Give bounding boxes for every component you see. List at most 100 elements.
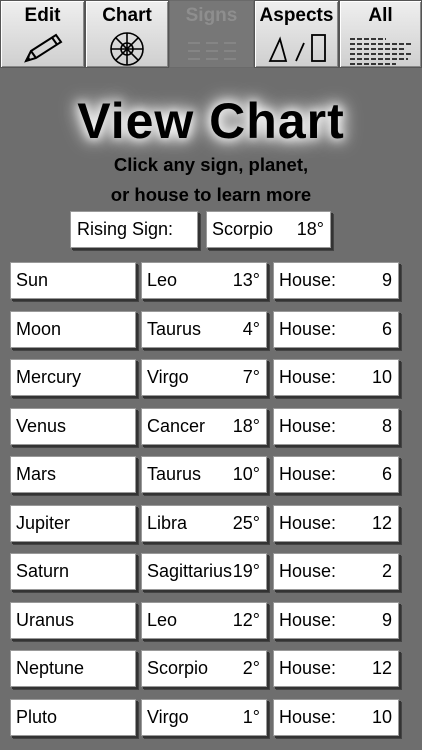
planet-cell-venus[interactable]: Venus xyxy=(10,408,136,445)
sign-name: Libra xyxy=(147,513,188,533)
house-cell-pluto[interactable]: House: 10 xyxy=(273,699,399,736)
planet-cell-mercury[interactable]: Mercury xyxy=(10,359,136,396)
sign-cell-neptune[interactable]: Scorpio 2° xyxy=(141,650,267,687)
sign-degree: 7° xyxy=(242,367,260,387)
house-number: 12 xyxy=(371,658,392,678)
house-number: 6 xyxy=(381,319,392,339)
house-cell-saturn[interactable]: House: 2 xyxy=(273,553,399,590)
house-label: House: xyxy=(279,319,337,339)
sign-name: Virgo xyxy=(147,367,189,387)
chart-button-label: Chart xyxy=(102,5,152,26)
rising-sign-name: Scorpio xyxy=(212,219,274,239)
house-cell-jupiter[interactable]: House: 12 xyxy=(273,505,399,542)
planet-cell-uranus[interactable]: Uranus xyxy=(10,602,136,639)
sign-name: Taurus xyxy=(147,319,202,339)
house-label: House: xyxy=(279,270,337,290)
rising-sign-value[interactable]: Scorpio 18° xyxy=(206,211,331,248)
house-label: House: xyxy=(279,658,337,678)
sign-degree: 1° xyxy=(242,707,260,727)
signs-icon xyxy=(187,42,236,60)
sign-name: Virgo xyxy=(147,707,189,727)
planet-cell-jupiter[interactable]: Jupiter xyxy=(10,505,136,542)
top-toolbar: Edit Chart Signs Aspects All xyxy=(0,0,422,70)
sign-name: Leo xyxy=(147,610,178,630)
sign-name: Cancer xyxy=(147,416,206,436)
house-cell-mars[interactable]: House: 6 xyxy=(273,456,399,493)
sign-name: Leo xyxy=(147,270,178,290)
list-icon xyxy=(349,38,412,65)
planet-cell-sun[interactable]: Sun xyxy=(10,262,136,299)
house-cell-sun[interactable]: House: 9 xyxy=(273,262,399,299)
planet-name: Venus xyxy=(16,416,67,436)
subtitle-line-2: or house to learn more xyxy=(110,184,312,205)
house-label: House: xyxy=(279,367,337,387)
planet-cell-saturn[interactable]: Saturn xyxy=(10,553,136,590)
sign-degree: 2° xyxy=(242,658,260,678)
planet-name: Pluto xyxy=(16,707,58,727)
planet-name: Uranus xyxy=(16,610,75,630)
house-label: House: xyxy=(279,416,337,436)
signs-button[interactable]: Signs xyxy=(169,0,254,68)
planet-name: Moon xyxy=(16,319,62,339)
sign-degree: 18° xyxy=(232,416,260,436)
planet-name: Mercury xyxy=(16,367,82,387)
aspects-icon xyxy=(268,34,326,62)
sign-name: Scorpio xyxy=(147,658,209,678)
house-cell-neptune[interactable]: House: 12 xyxy=(273,650,399,687)
planet-cell-pluto[interactable]: Pluto xyxy=(10,699,136,736)
house-cell-mercury[interactable]: House: 10 xyxy=(273,359,399,396)
house-label: House: xyxy=(279,707,337,727)
planet-name: Jupiter xyxy=(16,513,71,533)
sign-name: Sagittarius xyxy=(147,561,233,581)
sign-cell-saturn[interactable]: Sagittarius 19° xyxy=(141,553,267,590)
planet-cell-mars[interactable]: Mars xyxy=(10,456,136,493)
sign-name: Taurus xyxy=(147,464,202,484)
house-number: 10 xyxy=(371,367,392,387)
all-button-label: All xyxy=(368,5,393,26)
sign-cell-pluto[interactable]: Virgo 1° xyxy=(141,699,267,736)
house-number: 6 xyxy=(381,464,392,484)
rising-sign-label[interactable]: Rising Sign: xyxy=(70,211,198,248)
house-cell-uranus[interactable]: House: 9 xyxy=(273,602,399,639)
house-cell-moon[interactable]: House: 6 xyxy=(273,311,399,348)
pencil-icon xyxy=(23,33,62,63)
aspects-button[interactable]: Aspects xyxy=(254,0,339,68)
planet-name: Mars xyxy=(16,464,56,484)
sign-cell-jupiter[interactable]: Libra 25° xyxy=(141,505,267,542)
house-number: 2 xyxy=(381,561,392,581)
rising-sign-label-text: Rising Sign: xyxy=(77,219,174,239)
sign-degree: 25° xyxy=(232,513,260,533)
all-button[interactable]: All xyxy=(339,0,422,68)
rising-sign-degree: 18° xyxy=(296,219,324,239)
house-number: 10 xyxy=(371,707,392,727)
sign-degree: 4° xyxy=(242,319,260,339)
sign-cell-mars[interactable]: Taurus 10° xyxy=(141,456,267,493)
planet-name: Neptune xyxy=(16,658,85,678)
house-label: House: xyxy=(279,561,337,581)
edit-button[interactable]: Edit xyxy=(0,0,85,68)
sign-degree: 12° xyxy=(232,610,260,630)
house-label: House: xyxy=(279,464,337,484)
house-number: 8 xyxy=(381,416,392,436)
sign-cell-venus[interactable]: Cancer 18° xyxy=(141,408,267,445)
house-label: House: xyxy=(279,610,337,630)
sign-cell-sun[interactable]: Leo 13° xyxy=(141,262,267,299)
sign-degree: 13° xyxy=(232,270,260,290)
planet-cell-moon[interactable]: Moon xyxy=(10,311,136,348)
sign-degree: 19° xyxy=(232,561,260,581)
house-label: House: xyxy=(279,513,337,533)
signs-button-label: Signs xyxy=(185,5,238,26)
chart-button[interactable]: Chart xyxy=(85,0,169,68)
sign-cell-uranus[interactable]: Leo 12° xyxy=(141,602,267,639)
house-number: 12 xyxy=(371,513,392,533)
planet-name: Saturn xyxy=(16,561,70,581)
house-number: 9 xyxy=(381,270,392,290)
planet-name: Sun xyxy=(16,270,49,290)
edit-button-label: Edit xyxy=(24,5,61,26)
house-cell-venus[interactable]: House: 8 xyxy=(273,408,399,445)
house-number: 9 xyxy=(381,610,392,630)
sign-cell-mercury[interactable]: Virgo 7° xyxy=(141,359,267,396)
sign-degree: 10° xyxy=(232,464,260,484)
planet-cell-neptune[interactable]: Neptune xyxy=(10,650,136,687)
sign-cell-moon[interactable]: Taurus 4° xyxy=(141,311,267,348)
